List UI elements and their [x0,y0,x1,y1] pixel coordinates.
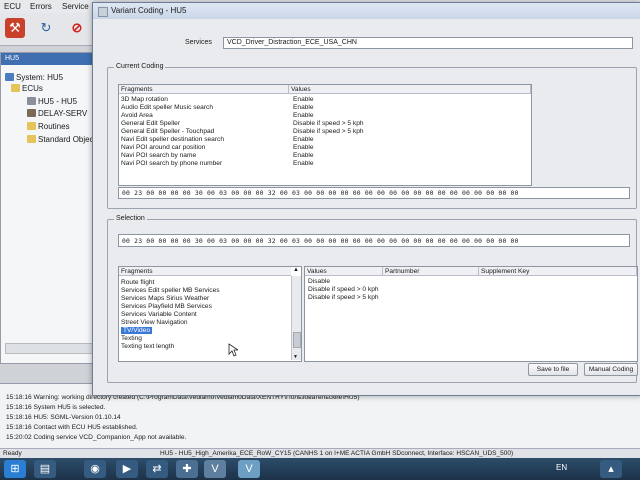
tree-header: HU5 [1,53,101,65]
dialog-title-bar: Variant Coding - HU5 [93,3,640,19]
table-row-fragment: Navi Edit speller destination search [121,136,224,143]
table-row-value: Enable [293,152,314,159]
refresh-icon[interactable]: ↻ [36,18,56,38]
vediamo-icon[interactable]: V [204,460,226,478]
table-row-value: Disable if speed > 5 kph [293,120,364,127]
ecu-icon [27,97,36,105]
language-indicator[interactable]: EN [556,463,567,472]
selection-hex: 00 23 00 00 00 00 30 00 03 00 00 00 32 0… [122,237,519,245]
log-line: 15:18:16 HU5: SGML-Version 01.10.14 [6,414,121,421]
main-toolbar: ⚒ ↻ ⊘ [0,13,100,46]
table-row[interactable]: Disable if speed > 0 kph [308,286,379,293]
table-row[interactable]: Disable [308,278,330,285]
selection-hex-field[interactable]: 00 23 00 00 00 00 30 00 03 00 00 00 32 0… [118,234,630,247]
table-row-fragment: General Edit Speller [121,120,181,127]
tree-panel: HU5 System: HU5 ECUs HU5 - HU5 DELAY-SER… [0,52,102,364]
column-header-partnumber[interactable]: Partnumber [383,267,479,276]
column-header-supplement-key[interactable]: Supplement Key [479,267,637,276]
tree-item-system[interactable]: System: HU5 [5,73,63,82]
folder-icon [11,84,20,92]
services-dropdown[interactable]: VCD_Driver_Distraction_ECE_USA_CHN [223,37,633,49]
tree-item-routines[interactable]: Routines [27,122,70,131]
log-line: 15:18:16 System HU5 is selected. [6,404,106,411]
current-coding-hex: 00 23 00 00 00 00 30 00 03 00 00 00 32 0… [122,189,519,197]
menu-service[interactable]: Service [62,2,89,11]
current-coding-hex-field: 00 23 00 00 00 00 30 00 03 00 00 00 32 0… [118,187,630,199]
status-connection: HU5 - HU5_High_Amerika_ECE_RoW_CY15 (CAN… [160,450,514,457]
dialog-title: Variant Coding - HU5 [111,6,187,15]
selection-group: Selection 00 23 00 00 00 00 30 00 03 00 … [107,215,638,383]
table-row-value: Enable [293,104,314,111]
stop-icon[interactable]: ⊘ [67,18,87,38]
tools-icon[interactable]: ⚒ [5,18,25,38]
teamviewer-icon[interactable]: ⇄ [146,460,168,478]
fragments-list[interactable]: Fragments ▲ Route flight Services Edit s… [118,266,302,362]
service-icon [27,109,36,117]
vediamo-active-icon[interactable]: V [238,460,260,478]
explorer-icon[interactable]: ▤ [34,460,56,478]
current-coding-group: Current Coding Fragments Values 3D Map r… [107,63,637,209]
menu-errors[interactable]: Errors [30,2,52,11]
tray-icon[interactable]: ▴ [600,460,622,478]
current-coding-table[interactable]: Fragments Values 3D Map rotation Enable … [118,84,532,186]
taskbar: ⊞ ▤ ◉ ▶ ⇄ ✚ V V EN ▴ [0,458,640,480]
system-icon [5,73,14,81]
table-row-fragment: Audio Edit speller Music search [121,104,213,111]
list-item[interactable]: Route flight [121,279,154,286]
scroll-down-arrow[interactable]: ▼ [293,354,298,360]
save-to-file-button[interactable]: Save to file [528,363,578,376]
table-row-value: Enable [293,112,314,119]
services-label: Services [185,39,212,46]
table-row[interactable]: Disable if speed > 5 kph [308,294,379,301]
media-icon[interactable]: ▶ [116,460,138,478]
list-item[interactable]: Texting text length [121,343,174,350]
values-table[interactable]: Values Partnumber Supplement Key Disable… [304,266,638,362]
column-header-values[interactable]: Values [305,267,383,276]
list-item[interactable]: Services Edit speller MB Services [121,287,220,294]
status-ready: Ready [3,450,22,457]
current-coding-label: Current Coding [114,63,166,70]
variant-coding-dialog: Variant Coding - HU5 Services VCD_Driver… [92,2,640,396]
list-item[interactable]: Texting [121,335,142,342]
fragments-scrollbar[interactable]: ▼ [291,276,301,360]
scrollbar-thumb[interactable] [293,332,301,348]
table-row-fragment: Navi POI around car position [121,144,206,151]
table-row-fragment: Navi POI search by name [121,152,197,159]
mouse-cursor-icon [228,343,238,357]
table-row-fragment: Navi POI search by phone number [121,160,223,167]
table-row-fragment: 3D Map rotation [121,96,168,103]
fragments-header[interactable]: Fragments [119,267,291,276]
column-header-values[interactable]: Values [289,85,531,94]
menu-ecu[interactable]: ECU [4,2,21,11]
selection-label: Selection [114,215,147,222]
tree-item-delay-serv[interactable]: DELAY-SERV [27,109,87,118]
table-row-value: Disable if speed > 5 kph [293,128,364,135]
start-icon[interactable]: ⊞ [4,460,26,478]
tree-item-ecus[interactable]: ECUs [11,84,43,93]
folder-icon [27,135,36,143]
folder-icon [27,122,36,130]
list-item[interactable]: Services Maps Sirius Weather [121,295,209,302]
table-row-value: Enable [293,136,314,143]
tree-horizontal-scrollbar[interactable]: » [5,343,99,354]
scroll-up-arrow[interactable]: ▲ [293,267,299,273]
list-item[interactable]: Services Playfield MB Services [121,303,212,310]
column-header-fragments[interactable]: Fragments [119,85,289,94]
list-item[interactable]: Services Variable Content [121,311,197,318]
browser-icon[interactable]: ◉ [84,460,106,478]
table-row-value: Enable [293,160,314,167]
tree-item-hu5[interactable]: HU5 - HU5 [27,97,77,106]
log-line: 15:18:16 Contact with ECU HU5 establishe… [6,424,138,431]
app-icon[interactable]: ✚ [176,460,198,478]
manual-coding-button[interactable]: Manual Coding [584,363,638,376]
dialog-app-icon [98,7,108,17]
list-item-selected[interactable]: TV/Video [121,327,153,334]
table-row-fragment: General Edit Speller - Touchpad [121,128,215,135]
table-row-value: Enable [293,96,314,103]
list-item[interactable]: Street View Navigation [121,319,188,326]
table-row-value: Enable [293,144,314,151]
table-row-fragment: Avoid Area [121,112,153,119]
tree-item-standard-objects[interactable]: Standard Objects [27,135,100,144]
log-line: 15:20:02 Coding service VCD_Companion_Ap… [6,434,187,441]
